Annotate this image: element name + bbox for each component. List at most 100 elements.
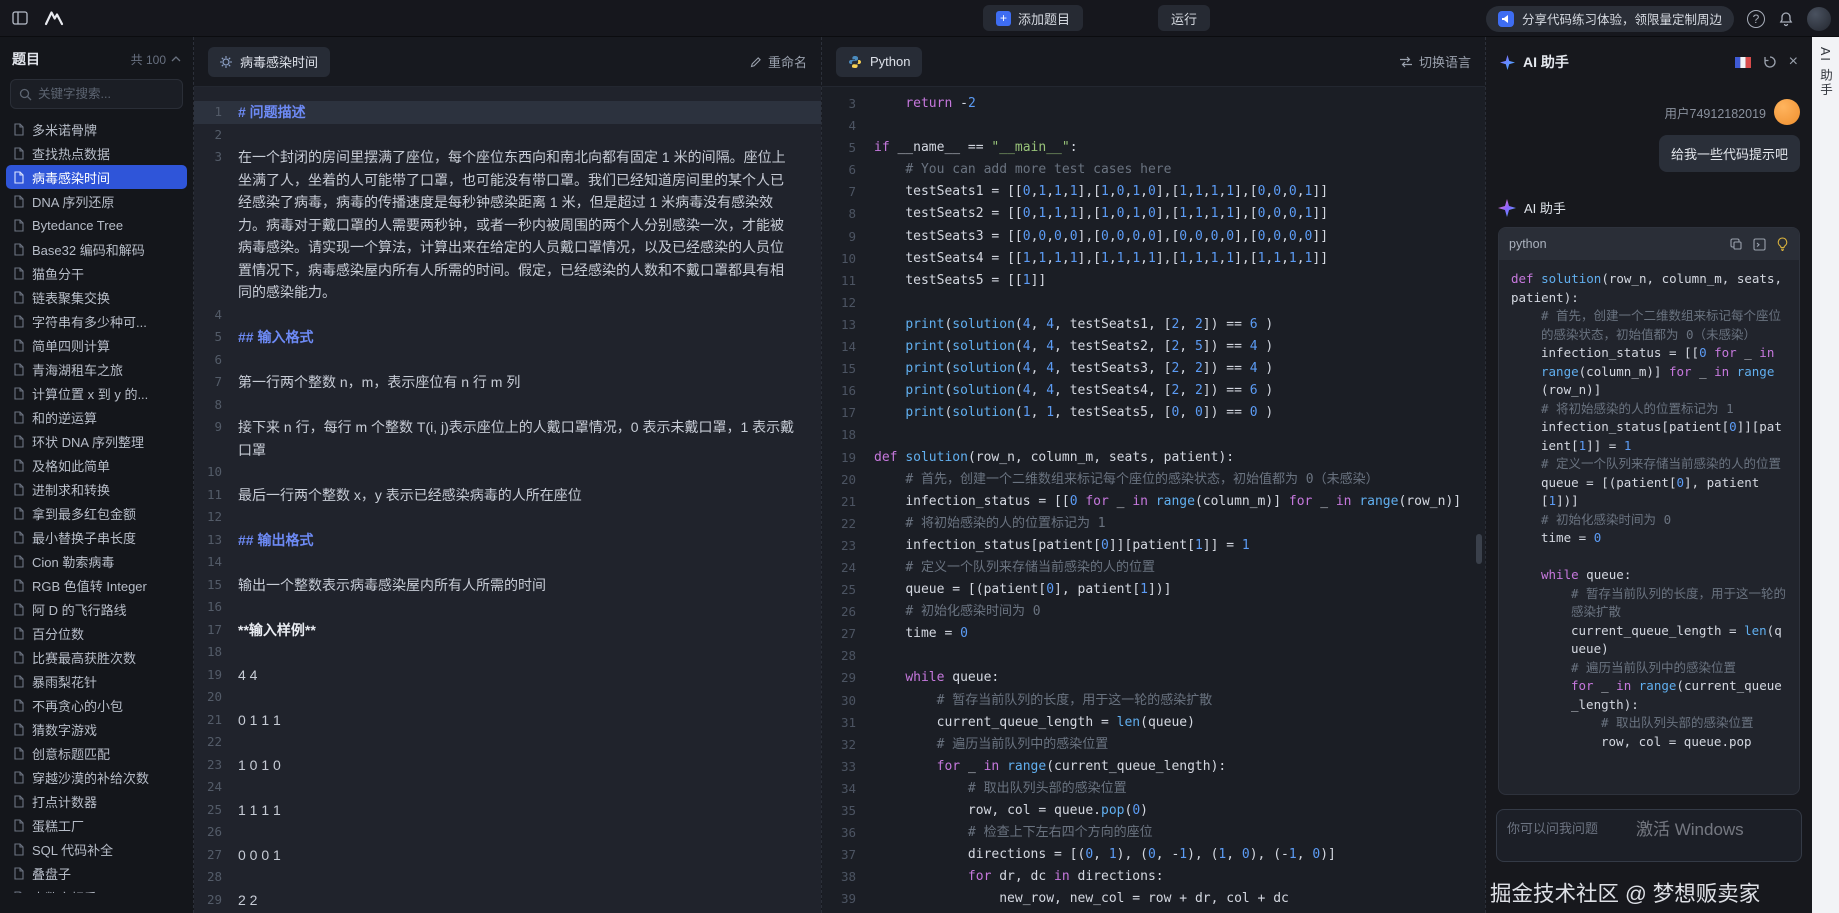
copy-icon[interactable]: [1730, 238, 1743, 251]
language-tab[interactable]: Python: [836, 47, 922, 77]
sidebar-item[interactable]: SQL 代码补全: [6, 837, 187, 861]
sidebar-item[interactable]: 进制求和转换: [6, 477, 187, 501]
problem-count[interactable]: 共 100: [131, 51, 181, 68]
line-number: 11: [194, 484, 238, 507]
ai-input-box[interactable]: [1496, 809, 1802, 862]
sidebar-item[interactable]: 链表聚集交换: [6, 285, 187, 309]
line-number: 19: [822, 447, 874, 469]
line-number: 17: [194, 619, 238, 642]
problem-line-text: [238, 461, 821, 484]
search-input[interactable]: [38, 87, 174, 101]
sidebar-item[interactable]: Bytedance Tree: [6, 213, 187, 237]
ai-input-field[interactable]: [1507, 818, 1791, 853]
add-question-button[interactable]: + 添加题目: [983, 5, 1083, 31]
lightbulb-icon[interactable]: [1776, 237, 1789, 251]
add-question-label: 添加题目: [1018, 9, 1070, 28]
sidebar-item[interactable]: 猜数字游戏: [6, 717, 187, 741]
promo-banner[interactable]: 分享代码练习体验，领限量定制周边: [1486, 6, 1734, 32]
sidebar-item[interactable]: 打点计数器: [6, 789, 187, 813]
problem-line: 10: [194, 461, 821, 484]
sidebar-title: 题目: [12, 49, 40, 69]
code-line: 7 testSeats1 = [[0,1,1,1],[1,0,1,0],[1,1…: [822, 181, 1485, 203]
problem-line-text: 第一行两个整数 n，m，表示座位有 n 行 m 列: [238, 371, 821, 394]
document-icon: [13, 483, 25, 496]
sidebar-item[interactable]: 字符串有多少种可...: [6, 309, 187, 333]
problem-tab[interactable]: 病毒感染时间: [208, 47, 330, 77]
sidebar-item[interactable]: DNA 序列还原: [6, 189, 187, 213]
document-icon: [13, 699, 25, 712]
document-icon: [13, 531, 25, 544]
ai-chat-area: 用户74912182019 给我一些代码提示吧 AI 助手 python: [1486, 87, 1812, 809]
code-line-text: testSeats3 = [[0,0,0,0],[0,0,0,0],[0,0,0…: [874, 226, 1328, 248]
sidebar-item[interactable]: 穿越沙漠的补给次数: [6, 765, 187, 789]
sidebar-item[interactable]: 猫鱼分干: [6, 261, 187, 285]
app-root: + 添加题目 运行 分享代码练习体验，领限量定制周边 ? 题目 共 100: [0, 0, 1839, 913]
problem-line-text: [238, 596, 821, 619]
sidebar-item[interactable]: 环状 DNA 序列整理: [6, 429, 187, 453]
sidebar-item[interactable]: 不再贪心的小包: [6, 693, 187, 717]
sidebar-item[interactable]: 阿 D 的飞行路线: [6, 597, 187, 621]
close-icon[interactable]: ×: [1789, 54, 1798, 70]
sidebar-item[interactable]: Base32 编码和解码: [6, 237, 187, 261]
sidebar-item[interactable]: Cion 勒索病毒: [6, 549, 187, 573]
sidebar-item[interactable]: 蛋糕工厂: [6, 813, 187, 837]
problem-line-text: 在一个封闭的房间里摆满了座位，每个座位东西向和南北向都有固定 1 米的间隔。座位…: [238, 146, 821, 304]
sidebar-item[interactable]: 青海湖租车之旅: [6, 357, 187, 381]
line-number: 12: [822, 292, 874, 314]
problem-line: 5## 输入格式: [194, 326, 821, 349]
problem-line-text: [238, 641, 821, 664]
sidebar-item[interactable]: 多米诺骨牌: [6, 117, 187, 141]
code-editor[interactable]: 3 return -245if __name__ == "__main__":6…: [822, 87, 1485, 913]
sidebar-item[interactable]: 和的逆运算: [6, 405, 187, 429]
document-icon: [13, 387, 25, 400]
switch-language-button[interactable]: 切换语言: [1399, 52, 1471, 71]
history-icon[interactable]: [1763, 55, 1777, 69]
editor-scrollbar[interactable]: [1476, 534, 1482, 564]
sidebar-item[interactable]: 病毒感染时间: [6, 165, 187, 189]
document-icon: [13, 891, 25, 894]
code-line: 15 print(solution(4, 4, testSeats3, [2, …: [822, 358, 1485, 380]
sidebar-item[interactable]: 暴雨梨花针: [6, 669, 187, 693]
line-number: 37: [822, 844, 874, 866]
problem-line: 8: [194, 394, 821, 417]
help-icon[interactable]: ?: [1747, 10, 1765, 28]
logo-icon: [44, 10, 64, 26]
code-line: 17 print(solution(1, 1, testSeats5, [0, …: [822, 402, 1485, 424]
rename-button[interactable]: 重命名: [750, 52, 807, 71]
chat-user-avatar[interactable]: [1774, 99, 1800, 125]
sidebar-item[interactable]: 大数字相乘: [6, 885, 187, 893]
flag-icon[interactable]: [1735, 57, 1751, 68]
code-line: 38 for dr, dc in directions:: [822, 866, 1485, 888]
document-icon: [13, 363, 25, 376]
sidebar-item[interactable]: RGB 色值转 Integer: [6, 573, 187, 597]
code-line: 11 testSeats5 = [[1]]: [822, 270, 1485, 292]
sidebar-item[interactable]: 计算位置 x 到 y 的...: [6, 381, 187, 405]
sidebar-toggle-icon[interactable]: [12, 11, 28, 25]
sidebar-item[interactable]: 拿到最多红包金额: [6, 501, 187, 525]
user-avatar[interactable]: [1807, 7, 1831, 31]
sidebar-item[interactable]: 及格如此简单: [6, 453, 187, 477]
code-line-text: def solution(row_n, column_m, seats, pat…: [874, 447, 1234, 469]
line-number: 2: [194, 124, 238, 147]
sidebar-item[interactable]: 叠盘子: [6, 861, 187, 885]
insert-code-icon[interactable]: [1753, 238, 1766, 251]
problem-line-text: 1 0 1 0: [238, 754, 821, 777]
code-line-text: row, col = queue.pop(0): [874, 800, 1148, 822]
sidebar-item[interactable]: 简单四则计算: [6, 333, 187, 357]
sidebar-item[interactable]: 查找热点数据: [6, 141, 187, 165]
line-number: 4: [194, 304, 238, 327]
code-line-text: # 初始化感染时间为 0: [874, 601, 1041, 623]
sidebar-item-label: Bytedance Tree: [32, 218, 123, 233]
sidebar-item[interactable]: 最小替换子串长度: [6, 525, 187, 549]
ai-code-line: row, col = queue.pop: [1511, 733, 1787, 752]
bell-icon[interactable]: [1778, 11, 1794, 27]
run-button[interactable]: 运行: [1158, 5, 1210, 31]
sidebar-item-label: Cion 勒索病毒: [32, 552, 114, 571]
document-icon: [13, 627, 25, 640]
sidebar-item[interactable]: 比赛最高获胜次数: [6, 645, 187, 669]
search-box[interactable]: [10, 79, 183, 109]
code-language-label: python: [1509, 237, 1547, 251]
collapsed-ai-tab[interactable]: AI 助手: [1816, 47, 1835, 97]
sidebar-item[interactable]: 百分位数: [6, 621, 187, 645]
sidebar-item[interactable]: 创意标题匹配: [6, 741, 187, 765]
